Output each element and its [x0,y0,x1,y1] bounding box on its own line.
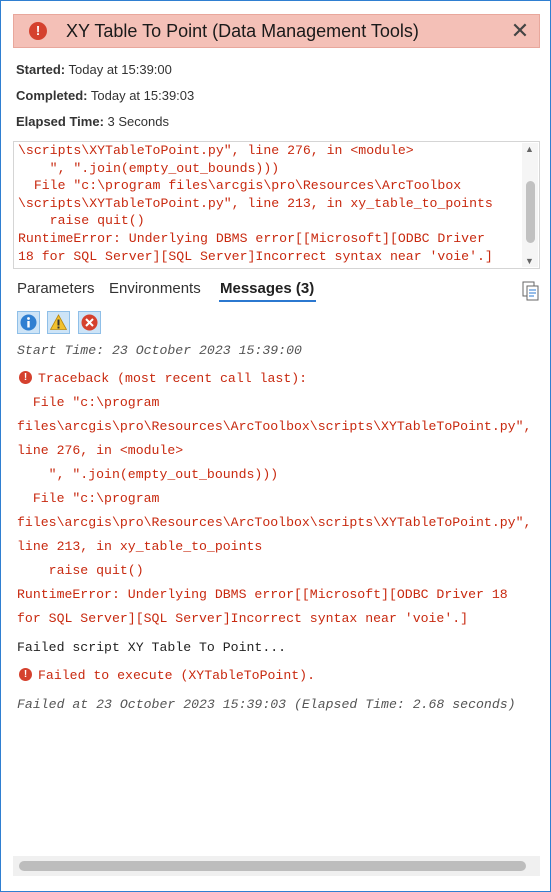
tool-title: XY Table To Point (Data Management Tools… [66,21,419,41]
script-output-text: \scripts\XYTableToPoint.py", line 276, i… [18,142,493,265]
output-vertical-scrollbar[interactable]: ▲ ▼ [522,143,538,267]
scroll-thumb[interactable] [526,181,535,243]
info-filter-icon [20,314,37,331]
message-failed-at: Failed at 23 October 2023 15:39:03 (Elap… [17,697,516,712]
started-label: Started: [16,62,66,77]
message-traceback-line: File "c:\program [17,395,160,410]
started-info: Started: Today at 15:39:00 [16,62,172,77]
message-traceback-line: Traceback (most recent call last): [38,371,308,386]
output-line: 18 for SQL Server][SQL Server]Incorrect … [18,248,493,264]
message-traceback-line: files\arcgis\pro\Resources\ArcToolbox\sc… [17,419,532,434]
message-traceback-line: raise quit() [17,563,144,578]
output-line: File "c:\program files\arcgis\pro\Resour… [18,178,462,194]
output-line: \scripts\XYTableToPoint.py", line 213, i… [18,195,493,211]
geoprocessing-details-window: ! XY Table To Point (Data Management Too… [0,0,551,892]
message-failed-script: Failed script XY Table To Point... [17,640,287,655]
message-start-time: Start Time: 23 October 2023 15:39:00 [17,343,302,358]
error-icon: ! [29,22,47,40]
tab-messages[interactable]: Messages (3) [220,280,314,297]
error-icon: ! [19,668,32,681]
error-filter-icon [81,314,98,331]
message-traceback-line: files\arcgis\pro\Resources\ArcToolbox\sc… [17,515,532,530]
error-icon: ! [19,371,32,384]
message-traceback-line: ", ".join(empty_out_bounds))) [17,467,279,482]
scroll-down-arrow-icon[interactable]: ▼ [525,256,534,266]
message-failed-execute: Failed to execute (XYTableToPoint). [38,668,315,683]
elapsed-label: Elapsed Time: [16,114,104,129]
output-line: \scripts\XYTableToPoint.py", line 276, i… [18,143,414,158]
copy-icon[interactable] [521,281,541,301]
warning-filter-icon [50,314,67,330]
output-line: ", ".join(empty_out_bounds))) [18,160,280,176]
horizontal-scrollbar[interactable] [13,856,540,876]
output-line: raise quit() [18,213,145,229]
tab-parameters[interactable]: Parameters [17,280,95,297]
error-filter-button[interactable] [78,311,101,334]
message-traceback-line: line 213, in xy_table_to_points [17,539,263,554]
message-traceback-line: for SQL Server][SQL Server]Incorrect syn… [17,611,469,626]
script-output-box[interactable]: \scripts\XYTableToPoint.py", line 276, i… [13,141,540,269]
close-button[interactable]: ✕ [507,17,533,45]
warning-filter-button[interactable] [47,311,70,334]
message-traceback-line: RuntimeError: Underlying DBMS error[[Mic… [17,587,508,602]
tab-environments[interactable]: Environments [109,280,201,297]
status-header: ! XY Table To Point (Data Management Too… [13,14,540,48]
message-traceback-line: File "c:\program [17,491,160,506]
output-line: RuntimeError: Underlying DBMS error[[Mic… [18,230,485,246]
active-tab-underline [219,300,316,302]
started-value: Today at 15:39:00 [68,62,172,77]
elapsed-value: 3 Seconds [107,114,169,129]
completed-value: Today at 15:39:03 [90,88,195,103]
completed-label: Completed: [16,88,88,103]
completed-info: Completed: Today at 15:39:03 [16,88,194,103]
info-filter-button[interactable] [17,311,40,334]
elapsed-info: Elapsed Time: 3 Seconds [16,114,169,129]
horizontal-scroll-thumb[interactable] [19,861,526,871]
scroll-up-arrow-icon[interactable]: ▲ [525,144,534,154]
message-traceback-line: line 276, in <module> [17,443,184,458]
